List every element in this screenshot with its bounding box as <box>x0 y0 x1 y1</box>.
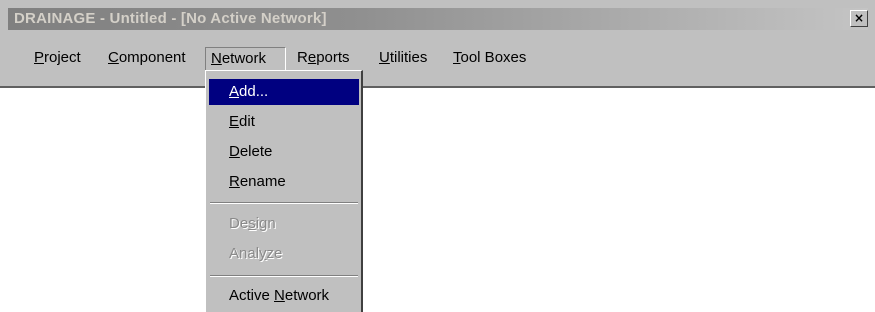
menu-component-label: omponent <box>118 49 186 66</box>
menu-utilities-label: tilities <box>389 49 428 66</box>
menu-item-analyze-label: ze <box>266 245 283 262</box>
menu-reports[interactable]: Reports <box>297 47 350 71</box>
menu-project-label: roject <box>44 49 81 66</box>
menu-item-rename-mnemonic: R <box>229 173 240 190</box>
menu-network-label: etwork <box>221 50 267 67</box>
menu-utilities[interactable]: Utilities <box>379 47 427 71</box>
menu-reports-mnemonic: e <box>307 49 317 66</box>
menu-separator <box>210 202 358 204</box>
menu-item-design-pre: De <box>229 215 249 232</box>
menu-item-active-network[interactable]: Active Network <box>209 283 359 309</box>
menu-item-active-network-mnemonic: N <box>274 287 285 304</box>
menu-item-rename-label: ename <box>239 173 286 190</box>
application-window: DRAINAGE - Untitled - [No Active Network… <box>0 0 875 88</box>
menu-component[interactable]: Component <box>108 47 186 71</box>
menu-item-delete[interactable]: Delete <box>209 139 359 165</box>
menu-tool-boxes-label: ool Boxes <box>460 49 527 66</box>
close-icon[interactable]: × <box>850 10 868 27</box>
menu-component-mnemonic: C <box>108 49 119 66</box>
menu-network-mnemonic: N <box>211 50 222 67</box>
menu-item-design: Design <box>209 211 359 237</box>
menu-network[interactable]: Network <box>205 47 286 71</box>
menu-item-delete-label: elete <box>239 143 273 160</box>
menu-reports-label-pre: R <box>297 49 308 66</box>
menu-item-analyze: Analyze <box>209 241 359 267</box>
menu-item-add[interactable]: Add... <box>209 79 359 105</box>
menu-item-edit-label: dit <box>239 113 255 130</box>
window-title: DRAINAGE - Untitled - [No Active Network… <box>14 10 327 27</box>
menu-tool-boxes[interactable]: Tool Boxes <box>453 47 526 71</box>
menu-item-active-network-pre: Active <box>229 287 275 304</box>
menu-item-edit-mnemonic: E <box>229 113 240 130</box>
menu-reports-label: ports <box>316 49 350 66</box>
menu-utilities-mnemonic: U <box>379 49 390 66</box>
menu-item-analyze-mnemonic: y <box>259 245 267 262</box>
menu-project-mnemonic: P <box>34 49 45 66</box>
menu-project[interactable]: Project <box>34 47 81 71</box>
menu-item-rename[interactable]: Rename <box>209 169 359 195</box>
menu-item-design-mnemonic: s <box>248 215 256 232</box>
menu-tool-boxes-mnemonic: T <box>453 49 461 66</box>
menu-item-active-network-label: etwork <box>284 287 330 304</box>
menu-item-design-label: ign <box>255 215 276 232</box>
menu-item-edit[interactable]: Edit <box>209 109 359 135</box>
menu-item-add-label: dd... <box>239 83 269 100</box>
window-border <box>0 86 875 88</box>
menu-item-delete-mnemonic: D <box>229 143 240 160</box>
menu-separator <box>210 275 358 277</box>
network-dropdown-menu: Add... Edit Delete Rename Design Analyze… <box>205 70 363 312</box>
title-bar[interactable]: DRAINAGE - Untitled - [No Active Network… <box>8 8 868 30</box>
menu-item-analyze-pre: Anal <box>229 245 260 262</box>
menu-item-add-mnemonic: A <box>229 83 240 100</box>
